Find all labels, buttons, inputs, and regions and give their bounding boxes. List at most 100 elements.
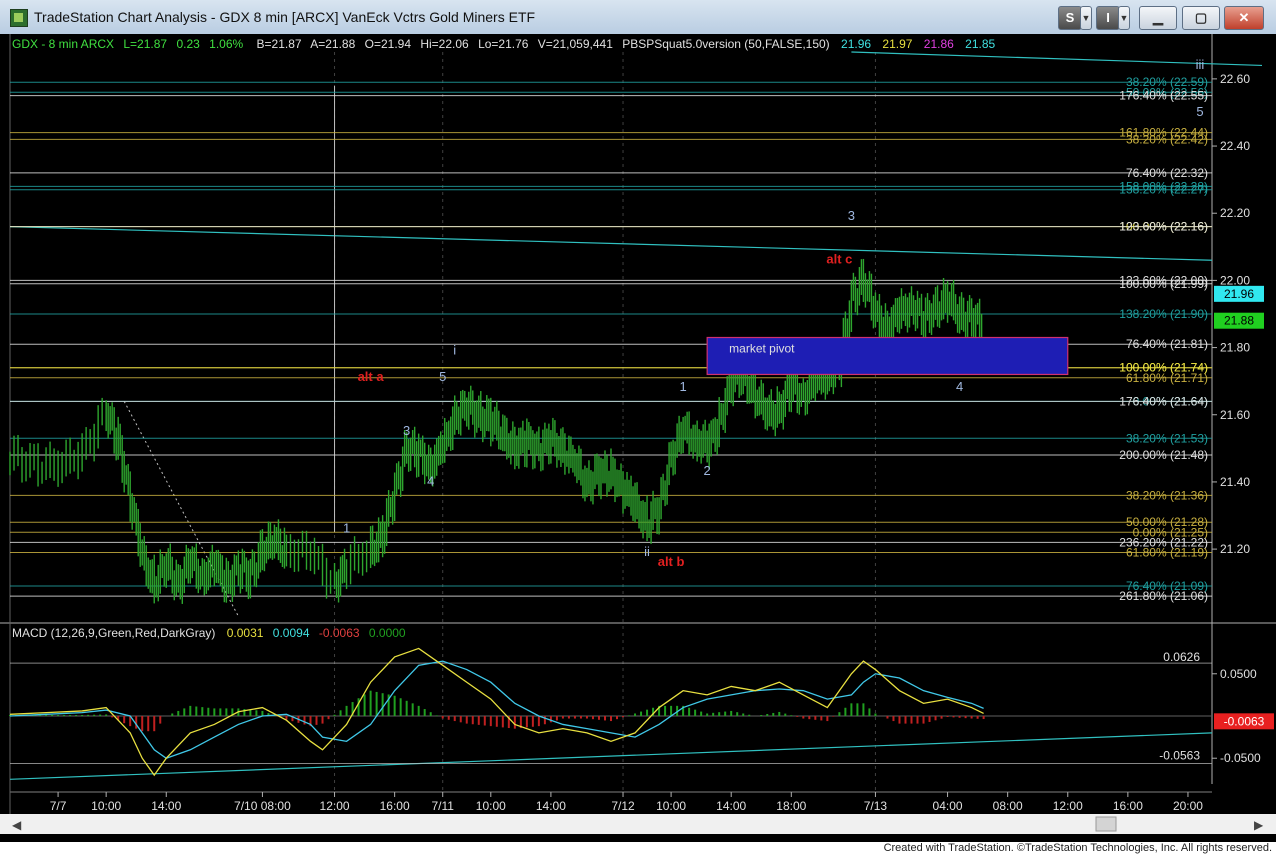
macd-level-label: 0.0626 [1163,650,1200,664]
time-tick-label: 14:00 [536,799,566,813]
fib-level-label: 261.80% (21.06) [1119,589,1208,603]
time-tick-label: 16:00 [1113,799,1143,813]
indicator-label: PBSPSquat5.0version (50,FALSE,150) [622,37,829,51]
wave-label: alt b [658,554,685,569]
macd-avg-value: 0.0094 [273,626,310,640]
wave-label: iii [1196,57,1205,72]
fib-level-label: 38.20% (21.53) [1126,431,1208,445]
time-tick-label: 7/7 [50,799,67,813]
time-tick-label: 18:00 [776,799,806,813]
time-tick-label: 7/13 [864,799,888,813]
time-tick-label: 04:00 [933,799,963,813]
time-tick-label: 10:00 [476,799,506,813]
wave-label: 3 [848,208,855,223]
wave-label: 2 [704,463,711,478]
symbol-label: GDX - 8 min ARCX [12,37,114,51]
price-tick-label: 21.20 [1220,542,1250,556]
tradestation-app-icon[interactable] [10,9,28,27]
price-tick-label: 21.80 [1220,341,1250,355]
time-tick-label: 16:00 [380,799,410,813]
time-tick-label: 14:00 [716,799,746,813]
macd-value: 0.0031 [227,626,264,640]
scroll-left-icon[interactable]: ◀ [12,818,22,832]
price-tick-label: 21.60 [1220,408,1250,422]
i-button[interactable]: I [1096,6,1120,30]
wave-label: alt c [826,252,852,267]
macd-marker-label: -0.0063 [1224,714,1265,728]
macd-tick-label: -0.0500 [1220,751,1261,765]
macd-status-line: MACD (12,26,9,Green,Red,DarkGray) 0.0031… [12,626,406,640]
price-marker-label: 21.96 [1224,287,1254,301]
fib-level-label: 138.20% (22.27) [1119,183,1208,197]
fib-level-label: 38.20% (21.36) [1126,488,1208,502]
time-tick-label: 7/11 [431,799,454,813]
macd-tick-label: 0.0500 [1220,667,1257,681]
status-bar: Created with TradeStation. ©TradeStation… [0,842,1276,856]
macd-diff-value: -0.0063 [319,626,360,640]
low-value: Lo=21.76 [478,37,529,51]
window-title: TradeStation Chart Analysis - GDX 8 min … [34,9,536,25]
indicator-value-3: 21.86 [924,37,954,51]
last-price: L=21.87 [123,37,167,51]
time-tick-label: 10:00 [656,799,686,813]
wave-label: alt a [358,369,385,384]
time-tick-label: 08:00 [993,799,1023,813]
maximize-icon[interactable]: ▢ [1182,6,1220,30]
minimize-icon[interactable]: ▁ [1139,6,1177,30]
ask-value: A=21.88 [310,37,355,51]
s-dropdown-arrow-icon[interactable]: ▼ [1080,6,1092,30]
scroll-right-icon[interactable]: ▶ [1254,818,1264,832]
fib-level-label: 76.40% (22.32) [1126,166,1208,180]
high-value: Hi=22.06 [420,37,469,51]
fib-level-label: 61.80% (21.19) [1126,545,1208,559]
change-pct: 1.06% [209,37,243,51]
wave-label: 5 [439,369,446,384]
title-bar: TradeStation Chart Analysis - GDX 8 min … [0,0,1276,35]
wave-label: 4 [956,379,963,394]
close-icon[interactable]: ✕ [1224,6,1264,30]
wave-label: 1 [343,520,350,535]
price-marker-label: 21.88 [1224,314,1254,328]
fib-level-label: 123.60% (22.16) [1119,220,1208,234]
wave-label: 3 [403,423,410,438]
macd-label: MACD (12,26,9,Green,Red,DarkGray) [12,626,215,640]
market-pivot-label: market pivot [729,342,795,356]
fib-level-label: 76.40% (21.81) [1126,337,1208,351]
fib-level-label: 176.40% (21.64) [1119,394,1208,408]
time-tick-label: 12:00 [1053,799,1083,813]
fib-level-label: 38.20% (22.42) [1126,132,1208,146]
status-line: GDX - 8 min ARCX L=21.87 0.23 1.06% B=21… [12,37,996,51]
time-tick-label: 7/10 08:00 [234,799,291,813]
chart-window[interactable]: 38.20% (22.59) 50.00% (22.56) 176.40% (22.… [0,34,1276,842]
time-tick-label: 14:00 [151,799,181,813]
price-tick-label: 22.00 [1220,273,1250,287]
scrollbar-thumb[interactable] [1095,816,1117,832]
volume-value: V=21,059,441 [538,37,613,51]
fib-level-label: 61.80% (21.71) [1126,371,1208,385]
credit-text: Created with TradeStation. ©TradeStation… [883,842,1272,854]
horizontal-scrollbar[interactable] [0,814,1276,834]
macd-level-label: -0.0563 [1159,749,1200,763]
macd-zero-value: 0.0000 [369,626,406,640]
wave-label: 4 [427,473,434,488]
time-tick-label: 20:00 [1173,799,1203,813]
s-button[interactable]: S [1058,6,1082,30]
fib-level-label: 176.40% (22.55) [1119,89,1208,103]
time-tick-label: 12:00 [320,799,350,813]
price-tick-label: 22.40 [1220,139,1250,153]
fib-level-label: 100.00% (21.99) [1119,277,1208,291]
indicator-value-2: 21.97 [882,37,912,51]
change-value: 0.23 [176,37,200,51]
open-value: O=21.94 [365,37,412,51]
price-tick-label: 22.20 [1220,206,1250,220]
indicator-value-1: 21.96 [841,37,871,51]
indicator-value-4: 21.85 [965,37,995,51]
chart-canvas[interactable]: 38.20% (22.59)50.00% (22.56)176.40% (22.… [0,34,1276,842]
bid-value: B=21.87 [257,37,302,51]
wave-label: 5 [1196,104,1203,119]
i-dropdown-arrow-icon[interactable]: ▼ [1118,6,1130,30]
fib-level-label: 138.20% (21.90) [1119,307,1208,321]
wave-label: i [453,342,456,357]
wave-label: ii [644,544,650,559]
fib-level-label: 200.00% (21.48) [1119,448,1208,462]
